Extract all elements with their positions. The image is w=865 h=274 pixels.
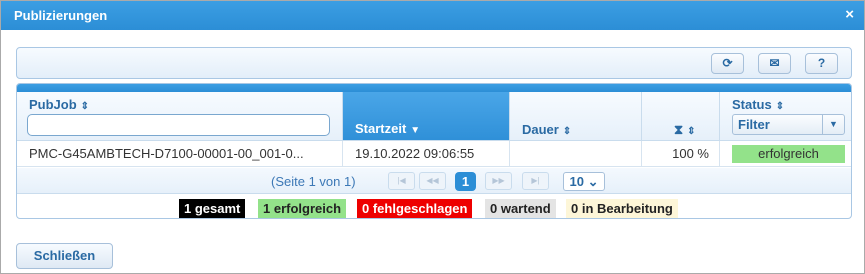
summary-failed: 0 fehlgeschlagen (357, 199, 473, 218)
status-badge: erfolgreich (732, 145, 845, 163)
publications-dialog: Publizierungen × ⟳ ✉ ? PubJob ⇕ Startzeit… (0, 0, 865, 274)
sort-icon: ⇕ (775, 101, 785, 112)
publications-grid: PubJob ⇕ Startzeit ▼ Dauer ⇕ ⧗ ⇕ Status ⇕ (16, 83, 852, 219)
column-label-dauer: Dauer (522, 122, 559, 137)
refresh-button[interactable]: ⟳ (711, 53, 744, 74)
column-label-startzeit: Startzeit (355, 121, 407, 136)
column-header-progress[interactable]: ⧗ ⇕ (642, 92, 720, 141)
dialog-title: Publizierungen (14, 8, 108, 23)
last-page-button[interactable]: ▶| (522, 172, 549, 190)
refresh-icon: ⟳ (722, 56, 733, 70)
cell-pubjob: PMC-G45AMBTECH-D7100-00001-00_001-0... (17, 141, 343, 167)
cell-progress: 100 % (642, 141, 720, 167)
close-button[interactable]: Schließen (16, 243, 113, 269)
cell-startzeit: 19.10.2022 09:06:55 (343, 141, 510, 167)
hourglass-icon: ⧗ (674, 122, 684, 137)
column-header-status[interactable]: Status ⇕ Filter ▼ (720, 92, 851, 141)
sort-desc-icon: ▼ (410, 125, 421, 136)
summary-success: 1 erfolgreich (258, 199, 347, 218)
summary-waiting: 0 wartend (485, 199, 556, 218)
status-filter-label: Filter (738, 117, 770, 132)
close-icon[interactable]: × (845, 6, 854, 23)
first-page-button[interactable]: |◀ (388, 172, 415, 190)
pubjob-filter-input[interactable] (27, 114, 330, 136)
prev-page-button[interactable]: ◀◀ (419, 172, 446, 190)
page-size-select[interactable]: 10 ⌄ (563, 172, 605, 191)
table-row[interactable]: PMC-G45AMBTECH-D7100-00001-00_001-0... 1… (17, 141, 851, 167)
help-button[interactable]: ? (805, 53, 838, 74)
chevron-down-icon: ▼ (822, 115, 844, 134)
page-info: (Seite 1 von 1) (271, 174, 356, 189)
pager: (Seite 1 von 1) |◀ ◀◀ 1 ▶▶ ▶| 10 ⌄ (17, 168, 851, 194)
column-label-pubjob: PubJob (29, 97, 77, 112)
column-header-dauer[interactable]: Dauer ⇕ (510, 92, 642, 141)
cell-dauer (510, 141, 642, 167)
email-button[interactable]: ✉ (758, 53, 791, 74)
column-label-status: Status (732, 97, 772, 112)
sort-icon: ⇕ (562, 126, 572, 137)
status-filter-select[interactable]: Filter ▼ (732, 114, 845, 135)
cell-status: erfolgreich (720, 141, 851, 167)
sort-icon: ⇕ (80, 101, 90, 112)
column-header-pubjob[interactable]: PubJob ⇕ (17, 92, 343, 141)
grid-header-bar (17, 84, 851, 92)
sort-icon: ⇕ (687, 126, 696, 137)
dialog-titlebar: Publizierungen × (1, 1, 864, 30)
next-page-button[interactable]: ▶▶ (485, 172, 512, 190)
current-page-button[interactable]: 1 (455, 172, 476, 191)
summary-in-progress: 0 in Bearbeitung (566, 199, 678, 218)
toolbar: ⟳ ✉ ? (16, 47, 852, 79)
summary-total: 1 gesamt (179, 199, 246, 218)
column-header-startzeit[interactable]: Startzeit ▼ (343, 92, 510, 141)
mail-icon: ✉ (769, 56, 780, 70)
